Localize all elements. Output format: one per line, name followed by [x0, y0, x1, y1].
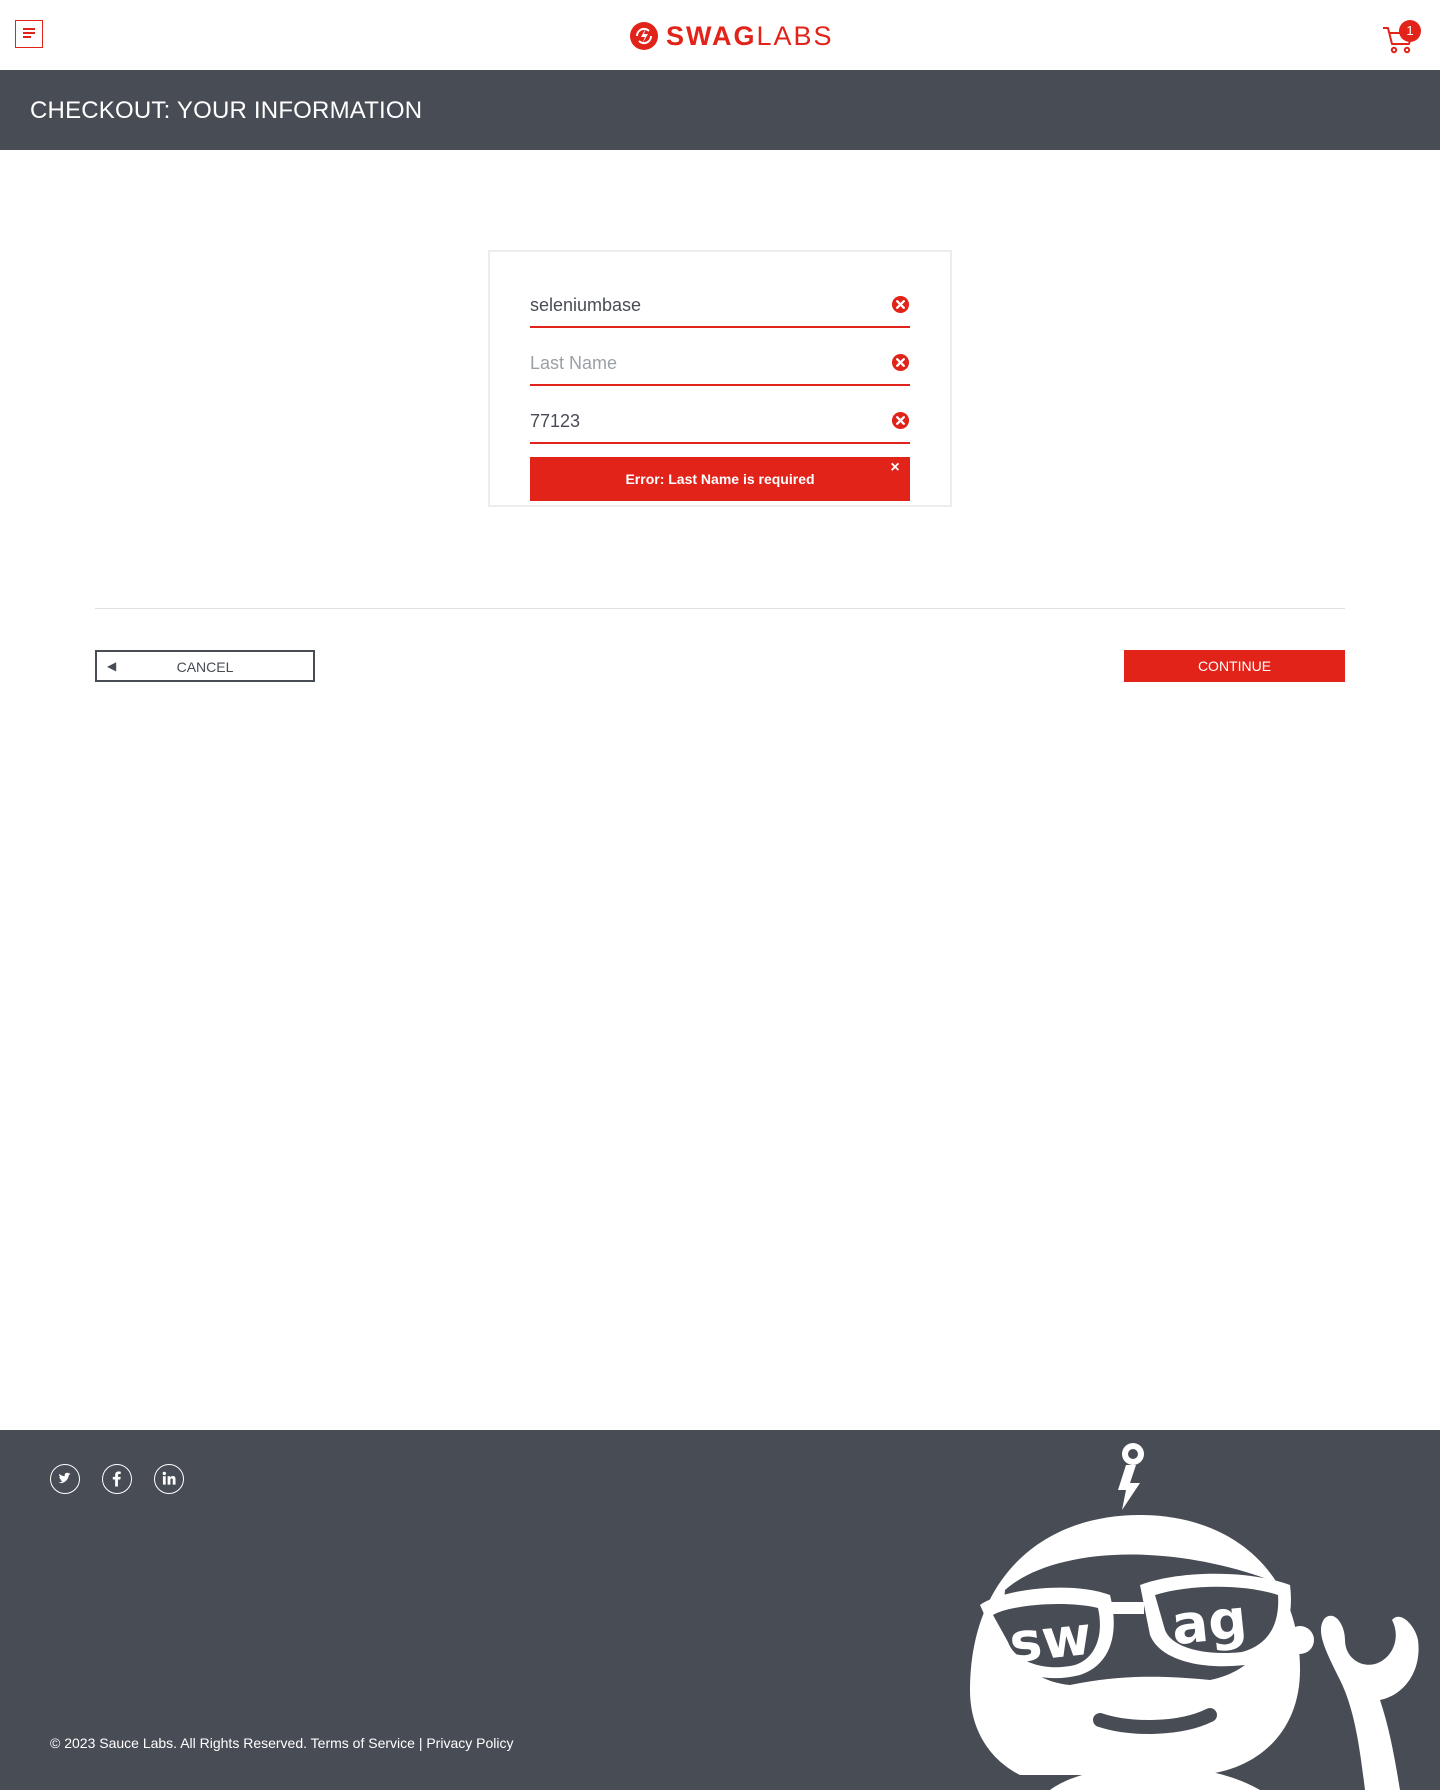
divider — [95, 608, 1345, 609]
swag-labs-logo: SWAGLABS — [629, 19, 834, 53]
postal-code-field — [530, 406, 910, 444]
hamburger-menu-icon[interactable] — [15, 20, 43, 48]
close-icon[interactable]: × — [888, 460, 902, 476]
first-name-field — [530, 290, 910, 328]
title-band: CHECKOUT: YOUR INFORMATION — [0, 70, 1440, 150]
linkedin-icon[interactable] — [154, 1464, 184, 1494]
postal-code-input[interactable] — [530, 406, 870, 436]
privacy-policy-link[interactable]: Privacy Policy — [426, 1735, 513, 1751]
page-title: CHECKOUT: YOUR INFORMATION — [30, 97, 423, 124]
error-message-container: Error: Last Name is required × — [530, 457, 910, 501]
footer-copyright: © 2023 Sauce Labs. All Rights Reserved. … — [50, 1735, 514, 1751]
error-circle-x-icon — [891, 353, 910, 372]
facebook-icon[interactable] — [102, 1464, 132, 1494]
svg-text:ag: ag — [1169, 1587, 1250, 1658]
twitter-icon[interactable] — [50, 1464, 80, 1494]
last-name-input[interactable] — [530, 348, 870, 378]
cart-badge: 1 — [1399, 20, 1421, 42]
error-circle-x-icon — [891, 295, 910, 314]
error-message: Error: Last Name is required — [625, 471, 815, 487]
terms-of-service-link[interactable]: Terms of Service — [311, 1735, 415, 1751]
cancel-label: CANCEL — [176, 659, 234, 675]
top-bar: SWAGLABS 1 — [0, 0, 1440, 71]
svg-text:sw: sw — [1006, 1604, 1094, 1675]
swag-bot-mascot-image: sw ag — [970, 1443, 1419, 1790]
bolt-logo-icon — [630, 22, 658, 50]
checkout-info-form: Error: Last Name is required × — [488, 250, 952, 507]
first-name-input[interactable] — [530, 290, 870, 320]
footer: © 2023 Sauce Labs. All Rights Reserved. … — [0, 1430, 1440, 1790]
last-name-field — [530, 348, 910, 386]
error-circle-x-icon — [891, 411, 910, 430]
cancel-button[interactable]: ◀ CANCEL — [95, 650, 315, 682]
continue-button[interactable]: CONTINUE — [1124, 650, 1345, 682]
logo-text: SWAGLABS — [666, 20, 834, 51]
